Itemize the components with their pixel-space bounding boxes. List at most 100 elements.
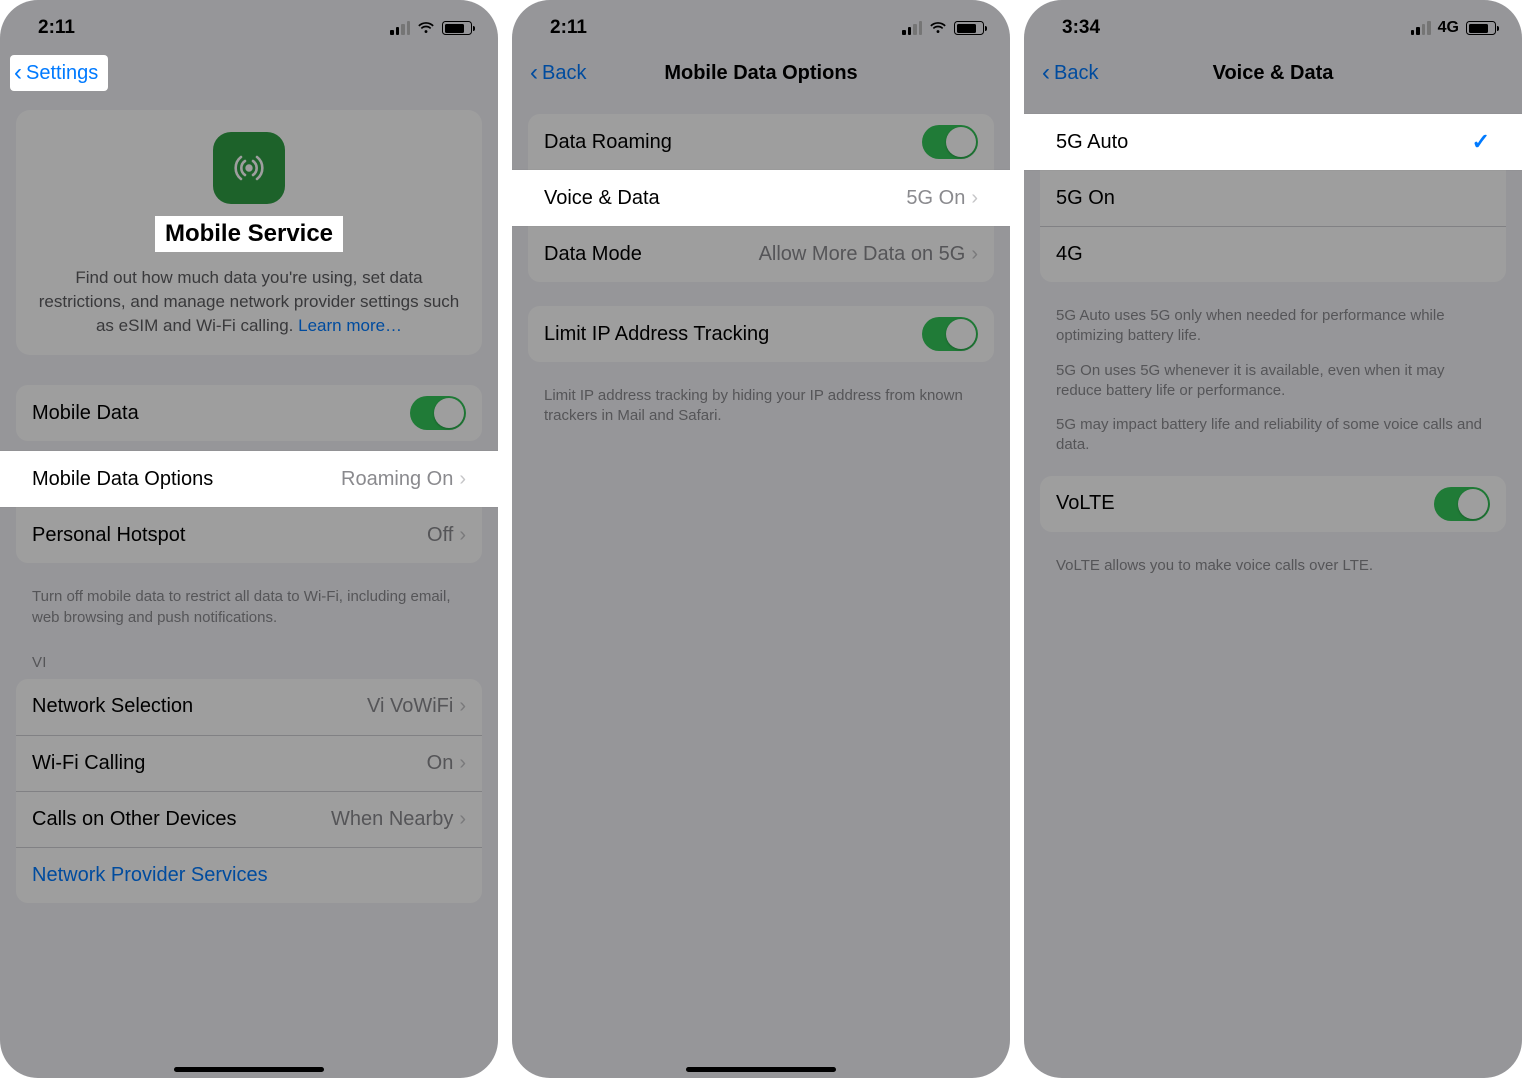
row-label: Voice & Data: [528, 187, 906, 210]
footer-text-5g-impact: 5G may impact battery life and reliabili…: [1024, 415, 1522, 476]
chevron-left-icon: ‹: [1042, 61, 1050, 85]
row-volte[interactable]: VoLTE: [1040, 476, 1506, 532]
signal-icon: [902, 21, 922, 35]
row-label: Network Provider Services: [32, 864, 466, 887]
options-group-bottom: Data Mode Allow More Data on 5G ›: [528, 226, 994, 282]
row-data-mode[interactable]: Data Mode Allow More Data on 5G ›: [528, 226, 994, 282]
back-button[interactable]: ‹ Back: [522, 57, 594, 89]
back-button[interactable]: ‹ Back: [1034, 57, 1106, 89]
antenna-icon: [213, 132, 285, 204]
row-label: Limit IP Address Tracking: [544, 323, 922, 346]
battery-icon: [954, 21, 984, 35]
toggle-volte[interactable]: [1434, 487, 1490, 521]
row-label: VoLTE: [1056, 492, 1434, 515]
back-label: Settings: [26, 62, 98, 85]
chevron-left-icon: ‹: [530, 61, 538, 85]
toggle-data-roaming[interactable]: [922, 125, 978, 159]
chevron-right-icon: ›: [459, 808, 466, 831]
battery-icon: [442, 21, 472, 35]
row-value: Allow More Data on 5G: [759, 243, 966, 266]
status-bar: 3:34 4G: [1024, 0, 1522, 50]
nav-bar: ‹ Back Mobile Data Options: [512, 50, 1010, 96]
row-4g[interactable]: 4G: [1040, 226, 1506, 282]
row-label: Data Roaming: [544, 131, 922, 154]
hero-card: Mobile Service Find out how much data yo…: [16, 110, 482, 355]
row-mobile-data[interactable]: Mobile Data: [16, 385, 482, 441]
row-value: When Nearby: [331, 808, 453, 831]
row-label: Wi-Fi Calling: [32, 752, 427, 775]
hotspot-group: Personal Hotspot Off ›: [16, 507, 482, 563]
row-label: Mobile Data: [32, 402, 410, 425]
row-value: Off: [427, 524, 453, 547]
mobile-data-group: Mobile Data: [16, 385, 482, 441]
volte-group: VoLTE: [1040, 476, 1506, 532]
row-5g-auto[interactable]: 5G Auto ✓: [1024, 114, 1522, 170]
row-personal-hotspot[interactable]: Personal Hotspot Off ›: [16, 507, 482, 563]
row-mobile-data-options[interactable]: Mobile Data Options Roaming On ›: [0, 451, 498, 507]
row-5g-on[interactable]: 5G On: [1040, 170, 1506, 226]
row-data-roaming[interactable]: Data Roaming: [528, 114, 994, 170]
row-label: Mobile Data Options: [16, 468, 341, 491]
row-network-provider-services[interactable]: Network Provider Services: [16, 847, 482, 903]
back-label: Back: [1054, 62, 1098, 85]
back-button[interactable]: ‹ Settings: [10, 55, 108, 91]
chevron-left-icon: ‹: [14, 61, 22, 85]
row-wifi-calling[interactable]: Wi-Fi Calling On ›: [16, 735, 482, 791]
nav-bar: ‹ Back Voice & Data: [1024, 50, 1522, 96]
screen-voice-and-data: 3:34 4G ‹ Back Voice & Data 5G Auto ✓ 5G…: [1024, 0, 1522, 1078]
carrier-group: Network Selection Vi VoWiFi › Wi-Fi Call…: [16, 679, 482, 903]
row-limit-ip[interactable]: Limit IP Address Tracking: [528, 306, 994, 362]
chevron-right-icon: ›: [459, 468, 482, 491]
status-time: 2:11: [38, 17, 75, 39]
row-network-selection[interactable]: Network Selection Vi VoWiFi ›: [16, 679, 482, 735]
row-value: Vi VoWiFi: [367, 695, 453, 718]
wifi-icon: [417, 21, 435, 35]
checkmark-icon: ✓: [1472, 129, 1506, 155]
chevron-right-icon: ›: [459, 695, 466, 718]
network-options-group: 5G On 4G: [1040, 170, 1506, 282]
row-value: On: [427, 752, 454, 775]
status-time: 3:34: [1062, 17, 1100, 39]
network-label: 4G: [1438, 19, 1459, 37]
home-indicator: [174, 1067, 324, 1072]
row-value: Roaming On: [341, 468, 453, 491]
footer-text-volte: VoLTE allows you to make voice calls ove…: [1024, 556, 1522, 596]
row-calls-other-devices[interactable]: Calls on Other Devices When Nearby ›: [16, 791, 482, 847]
chevron-right-icon: ›: [459, 752, 466, 775]
footer-text: Turn off mobile data to restrict all dat…: [0, 587, 498, 648]
chevron-right-icon: ›: [971, 187, 994, 210]
back-label: Back: [542, 62, 586, 85]
status-bar: 2:11: [0, 0, 498, 50]
row-label: 4G: [1056, 243, 1490, 266]
row-value: 5G On: [906, 187, 965, 210]
signal-icon: [1411, 21, 1431, 35]
row-label: 5G On: [1056, 187, 1490, 210]
row-voice-and-data[interactable]: Voice & Data 5G On ›: [512, 170, 1010, 226]
screen-mobile-data-options: 2:11 ‹ Back Mobile Data Options Data Roa…: [512, 0, 1010, 1078]
toggle-limit-ip[interactable]: [922, 317, 978, 351]
wifi-icon: [929, 21, 947, 35]
home-indicator: [686, 1067, 836, 1072]
hero-description: Find out how much data you're using, set…: [30, 266, 468, 337]
screen-mobile-service: 2:11 ‹ Settings Mobile Service Find out …: [0, 0, 498, 1078]
footer-text-5g-on: 5G On uses 5G whenever it is available, …: [1024, 361, 1522, 416]
row-label: Network Selection: [32, 695, 367, 718]
page-title: Mobile Service: [155, 216, 343, 252]
row-label: Personal Hotspot: [32, 524, 427, 547]
chevron-right-icon: ›: [459, 524, 466, 547]
status-time: 2:11: [550, 17, 587, 39]
footer-text: Limit IP address tracking by hiding your…: [512, 386, 1010, 447]
row-label: 5G Auto: [1040, 131, 1472, 154]
toggle-mobile-data[interactable]: [410, 396, 466, 430]
nav-bar: ‹ Settings: [0, 50, 498, 96]
limit-ip-group: Limit IP Address Tracking: [528, 306, 994, 362]
battery-icon: [1466, 21, 1496, 35]
chevron-right-icon: ›: [971, 243, 978, 266]
options-group-top: Data Roaming: [528, 114, 994, 170]
footer-text-5g-auto: 5G Auto uses 5G only when needed for per…: [1024, 306, 1522, 361]
row-label: Data Mode: [544, 243, 759, 266]
status-bar: 2:11: [512, 0, 1010, 50]
signal-icon: [390, 21, 410, 35]
section-header-carrier: VI: [0, 648, 498, 679]
learn-more-link[interactable]: Learn more…: [298, 316, 402, 335]
